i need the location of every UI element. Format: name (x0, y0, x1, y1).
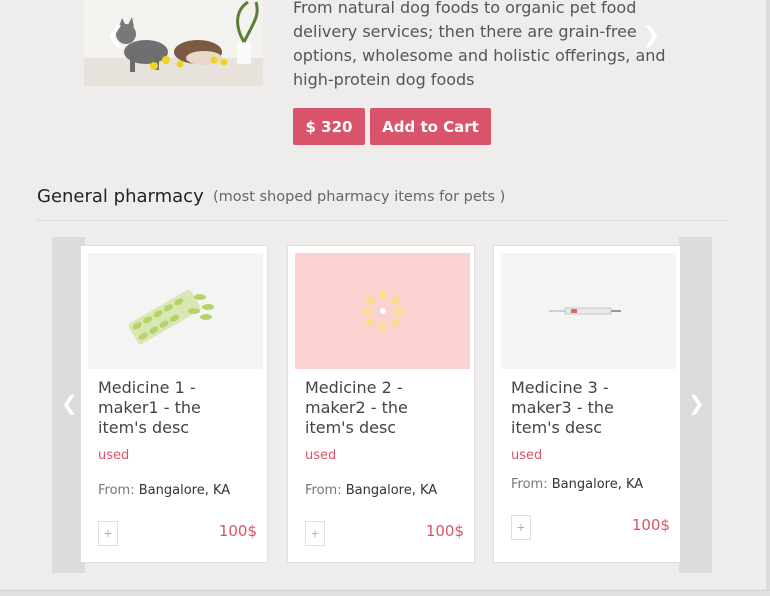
section-divider (37, 220, 727, 221)
add-button[interactable]: + (305, 521, 325, 546)
featured-prev-icon[interactable]: ❮ (106, 25, 124, 47)
product-image (295, 253, 470, 369)
carousel-next-button[interactable]: ❯ (679, 237, 712, 573)
product-image (88, 253, 263, 369)
page-edge (766, 0, 770, 596)
add-button[interactable]: + (98, 521, 118, 546)
product-image (501, 253, 676, 369)
product-location: From: Bangalore, KA (511, 477, 644, 492)
add-to-cart-button[interactable]: Add to Cart (370, 108, 491, 145)
pills-circle-icon (362, 290, 404, 332)
chevron-right-icon: ❯ (688, 391, 705, 415)
product-title[interactable]: Medicine 3 - maker3 - the item's desc (511, 378, 661, 438)
price-button[interactable]: $ 320 (293, 108, 365, 145)
pills-blister-icon (128, 289, 214, 345)
product-title[interactable]: Medicine 1 - maker1 - the item's desc (98, 378, 248, 438)
product-price: 100$ (631, 516, 670, 534)
section-title: General pharmacy (37, 186, 204, 207)
featured-description: From natural dog foods to organic pet fo… (293, 0, 666, 89)
section-subtitle: (most shoped pharmacy items for pets ) (213, 189, 506, 205)
product-condition: used (305, 448, 337, 463)
product-price: 100$ (425, 522, 464, 540)
chevron-left-icon: ❮ (61, 391, 78, 415)
product-title[interactable]: Medicine 2 - maker2 - the item's desc (305, 378, 455, 438)
product-card[interactable]: Medicine 1 - maker1 - the item's desc us… (80, 245, 268, 563)
product-location: From: Bangalore, KA (305, 483, 438, 498)
product-condition: used (98, 448, 130, 463)
product-card[interactable]: Medicine 3 - maker3 - the item's desc us… (493, 245, 681, 563)
product-condition: used (511, 448, 543, 463)
add-button[interactable]: + (511, 515, 531, 540)
syringe-icon (549, 307, 621, 315)
product-location: From: Bangalore, KA (98, 483, 231, 498)
footer-strip (0, 590, 770, 596)
product-card[interactable]: Medicine 2 - maker2 - the item's desc us… (287, 245, 475, 563)
product-price: 100$ (218, 522, 257, 540)
